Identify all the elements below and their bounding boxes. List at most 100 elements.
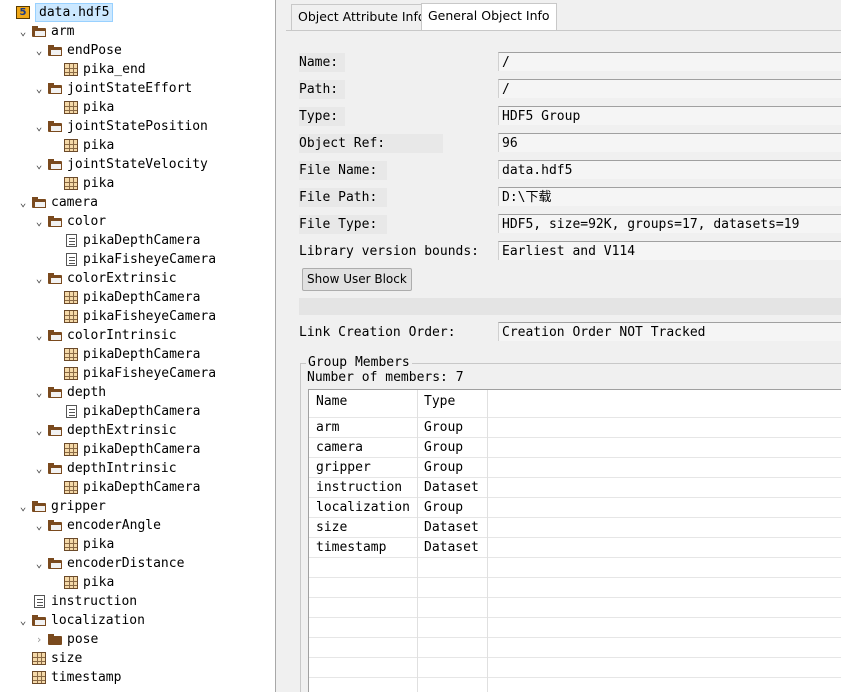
tree-group-arm[interactable]: ⌄ arm bbox=[0, 22, 275, 41]
tree-dataset-pika[interactable]: pika bbox=[0, 573, 275, 592]
tab-general-object-info[interactable]: General Object Info bbox=[421, 3, 557, 31]
chevron-down-icon[interactable]: ⌄ bbox=[33, 212, 45, 231]
tree-dataset-pikafisheyecamera[interactable]: pikaFisheyeCamera bbox=[0, 307, 275, 326]
splitter[interactable] bbox=[276, 0, 286, 692]
tree-dataset-pikadepthcamera[interactable]: pikaDepthCamera bbox=[0, 288, 275, 307]
tree-group-jointstateeffort[interactable]: ⌄ jointStateEffort bbox=[0, 79, 275, 98]
tree-group-depthextrinsic[interactable]: ⌄ depthExtrinsic bbox=[0, 421, 275, 440]
type-label: Type: bbox=[299, 107, 345, 126]
tree-group-depth[interactable]: ⌄ depth bbox=[0, 383, 275, 402]
table-row[interactable]: camera Group bbox=[309, 438, 841, 458]
link-creation-order-field[interactable]: Creation Order NOT Tracked bbox=[498, 322, 841, 341]
path-field[interactable]: / bbox=[498, 79, 841, 98]
tree-dataset-pika[interactable]: pika bbox=[0, 98, 275, 117]
tree-dataset-pikadepthcamera[interactable]: pikaDepthCamera bbox=[0, 440, 275, 459]
dataset-icon bbox=[64, 291, 78, 304]
tree-group-encoderangle[interactable]: ⌄ encoderAngle bbox=[0, 516, 275, 535]
name-field[interactable]: / bbox=[498, 52, 841, 71]
type-field[interactable]: HDF5 Group bbox=[498, 106, 841, 125]
chevron-down-icon[interactable]: ⌄ bbox=[33, 383, 45, 402]
chevron-down-icon[interactable]: ⌄ bbox=[33, 41, 45, 60]
chevron-down-icon[interactable]: ⌄ bbox=[17, 497, 29, 516]
chevron-down-icon[interactable]: ⌄ bbox=[33, 326, 45, 345]
object-ref-field[interactable]: 96 bbox=[498, 133, 841, 152]
table-row[interactable]: timestamp Dataset bbox=[309, 538, 841, 558]
tree-group-endpose[interactable]: ⌄ endPose bbox=[0, 41, 275, 60]
table-row[interactable]: localization Group bbox=[309, 498, 841, 518]
tree-dataset-pikadepthcamera[interactable]: pikaDepthCamera bbox=[0, 345, 275, 364]
tree-group-depthintrinsic[interactable]: ⌄ depthIntrinsic bbox=[0, 459, 275, 478]
table-row[interactable] bbox=[309, 578, 841, 598]
table-row[interactable] bbox=[309, 558, 841, 578]
library-version-field[interactable]: Earliest and V114 bbox=[498, 241, 841, 260]
member-type-cell bbox=[418, 638, 488, 658]
tree-dataset-pikafisheyecamera[interactable]: pikaFisheyeCamera bbox=[0, 250, 275, 269]
table-row[interactable] bbox=[309, 618, 841, 638]
tree-dataset-size[interactable]: size bbox=[0, 649, 275, 668]
text-dataset-icon bbox=[66, 405, 77, 418]
folder-open-icon bbox=[32, 196, 46, 209]
tree-group-camera[interactable]: ⌄ camera bbox=[0, 193, 275, 212]
text-dataset-icon bbox=[34, 595, 45, 608]
file-name-field[interactable]: data.hdf5 bbox=[498, 160, 841, 179]
tree-root-data-hdf5[interactable]: 5 data.hdf5 bbox=[0, 3, 275, 22]
table-row[interactable]: arm Group bbox=[309, 418, 841, 438]
chevron-down-icon[interactable]: ⌄ bbox=[33, 459, 45, 478]
tree-group-pose[interactable]: › pose bbox=[0, 630, 275, 649]
tree-dataset-pikafisheyecamera[interactable]: pikaFisheyeCamera bbox=[0, 364, 275, 383]
column-header-type[interactable]: Type bbox=[418, 390, 488, 418]
folder-open-icon bbox=[48, 386, 62, 399]
table-row[interactable]: size Dataset bbox=[309, 518, 841, 538]
table-row[interactable] bbox=[309, 678, 841, 692]
chevron-down-icon[interactable]: ⌄ bbox=[33, 117, 45, 136]
tree-item-label: depth bbox=[67, 385, 107, 400]
show-user-block-button[interactable]: Show User Block bbox=[302, 268, 412, 291]
tree-dataset-instruction[interactable]: instruction bbox=[0, 592, 275, 611]
member-type-cell: Dataset bbox=[418, 538, 488, 558]
member-name-cell: gripper bbox=[309, 458, 418, 478]
tree-group-gripper[interactable]: ⌄ gripper bbox=[0, 497, 275, 516]
tree-group-colorextrinsic[interactable]: ⌄ colorExtrinsic bbox=[0, 269, 275, 288]
chevron-down-icon[interactable]: ⌄ bbox=[33, 269, 45, 288]
table-row[interactable] bbox=[309, 598, 841, 618]
chevron-down-icon[interactable]: ⌄ bbox=[33, 554, 45, 573]
table-row[interactable] bbox=[309, 658, 841, 678]
chevron-down-icon[interactable]: ⌄ bbox=[17, 193, 29, 212]
chevron-down-icon[interactable]: ⌄ bbox=[33, 79, 45, 98]
tree-dataset-pika-end[interactable]: pika_end bbox=[0, 60, 275, 79]
tree-dataset-pikadepthcamera[interactable]: pikaDepthCamera bbox=[0, 231, 275, 250]
tree-group-jointstatevelocity[interactable]: ⌄ jointStateVelocity bbox=[0, 155, 275, 174]
chevron-down-icon[interactable]: ⌄ bbox=[33, 421, 45, 440]
tree-group-colorintrinsic[interactable]: ⌄ colorIntrinsic bbox=[0, 326, 275, 345]
file-name-label: File Name: bbox=[299, 161, 387, 180]
tree-group-jointstateposition[interactable]: ⌄ jointStatePosition bbox=[0, 117, 275, 136]
chevron-down-icon[interactable]: ⌄ bbox=[33, 516, 45, 535]
column-header-name[interactable]: Name bbox=[309, 390, 418, 418]
chevron-right-icon[interactable]: › bbox=[33, 630, 45, 649]
tab-object-attribute-info[interactable]: Object Attribute Info bbox=[291, 4, 433, 30]
tree-dataset-pika[interactable]: pika bbox=[0, 136, 275, 155]
tree-item-label: color bbox=[67, 214, 107, 229]
chevron-down-icon[interactable]: ⌄ bbox=[17, 22, 29, 41]
tree-item-label: colorExtrinsic bbox=[67, 271, 177, 286]
tree-dataset-timestamp[interactable]: timestamp bbox=[0, 668, 275, 687]
chevron-down-icon[interactable]: ⌄ bbox=[17, 611, 29, 630]
file-path-field[interactable]: D:\下载 bbox=[498, 187, 841, 206]
member-name-cell bbox=[309, 678, 418, 692]
dataset-icon bbox=[64, 177, 78, 190]
member-type-cell bbox=[418, 618, 488, 638]
table-row[interactable]: gripper Group bbox=[309, 458, 841, 478]
tree-dataset-pika[interactable]: pika bbox=[0, 535, 275, 554]
section-separator bbox=[299, 298, 841, 315]
tree-group-localization[interactable]: ⌄ localization bbox=[0, 611, 275, 630]
folder-open-icon bbox=[48, 424, 62, 437]
file-type-field[interactable]: HDF5, size=92K, groups=17, datasets=19 bbox=[498, 214, 841, 233]
chevron-down-icon[interactable]: ⌄ bbox=[33, 155, 45, 174]
tree-dataset-pika[interactable]: pika bbox=[0, 174, 275, 193]
tree-dataset-pikadepthcamera[interactable]: pikaDepthCamera bbox=[0, 478, 275, 497]
table-row[interactable]: instruction Dataset bbox=[309, 478, 841, 498]
table-row[interactable] bbox=[309, 638, 841, 658]
tree-group-color[interactable]: ⌄ color bbox=[0, 212, 275, 231]
tree-dataset-pikadepthcamera[interactable]: pikaDepthCamera bbox=[0, 402, 275, 421]
tree-group-encoderdistance[interactable]: ⌄ encoderDistance bbox=[0, 554, 275, 573]
